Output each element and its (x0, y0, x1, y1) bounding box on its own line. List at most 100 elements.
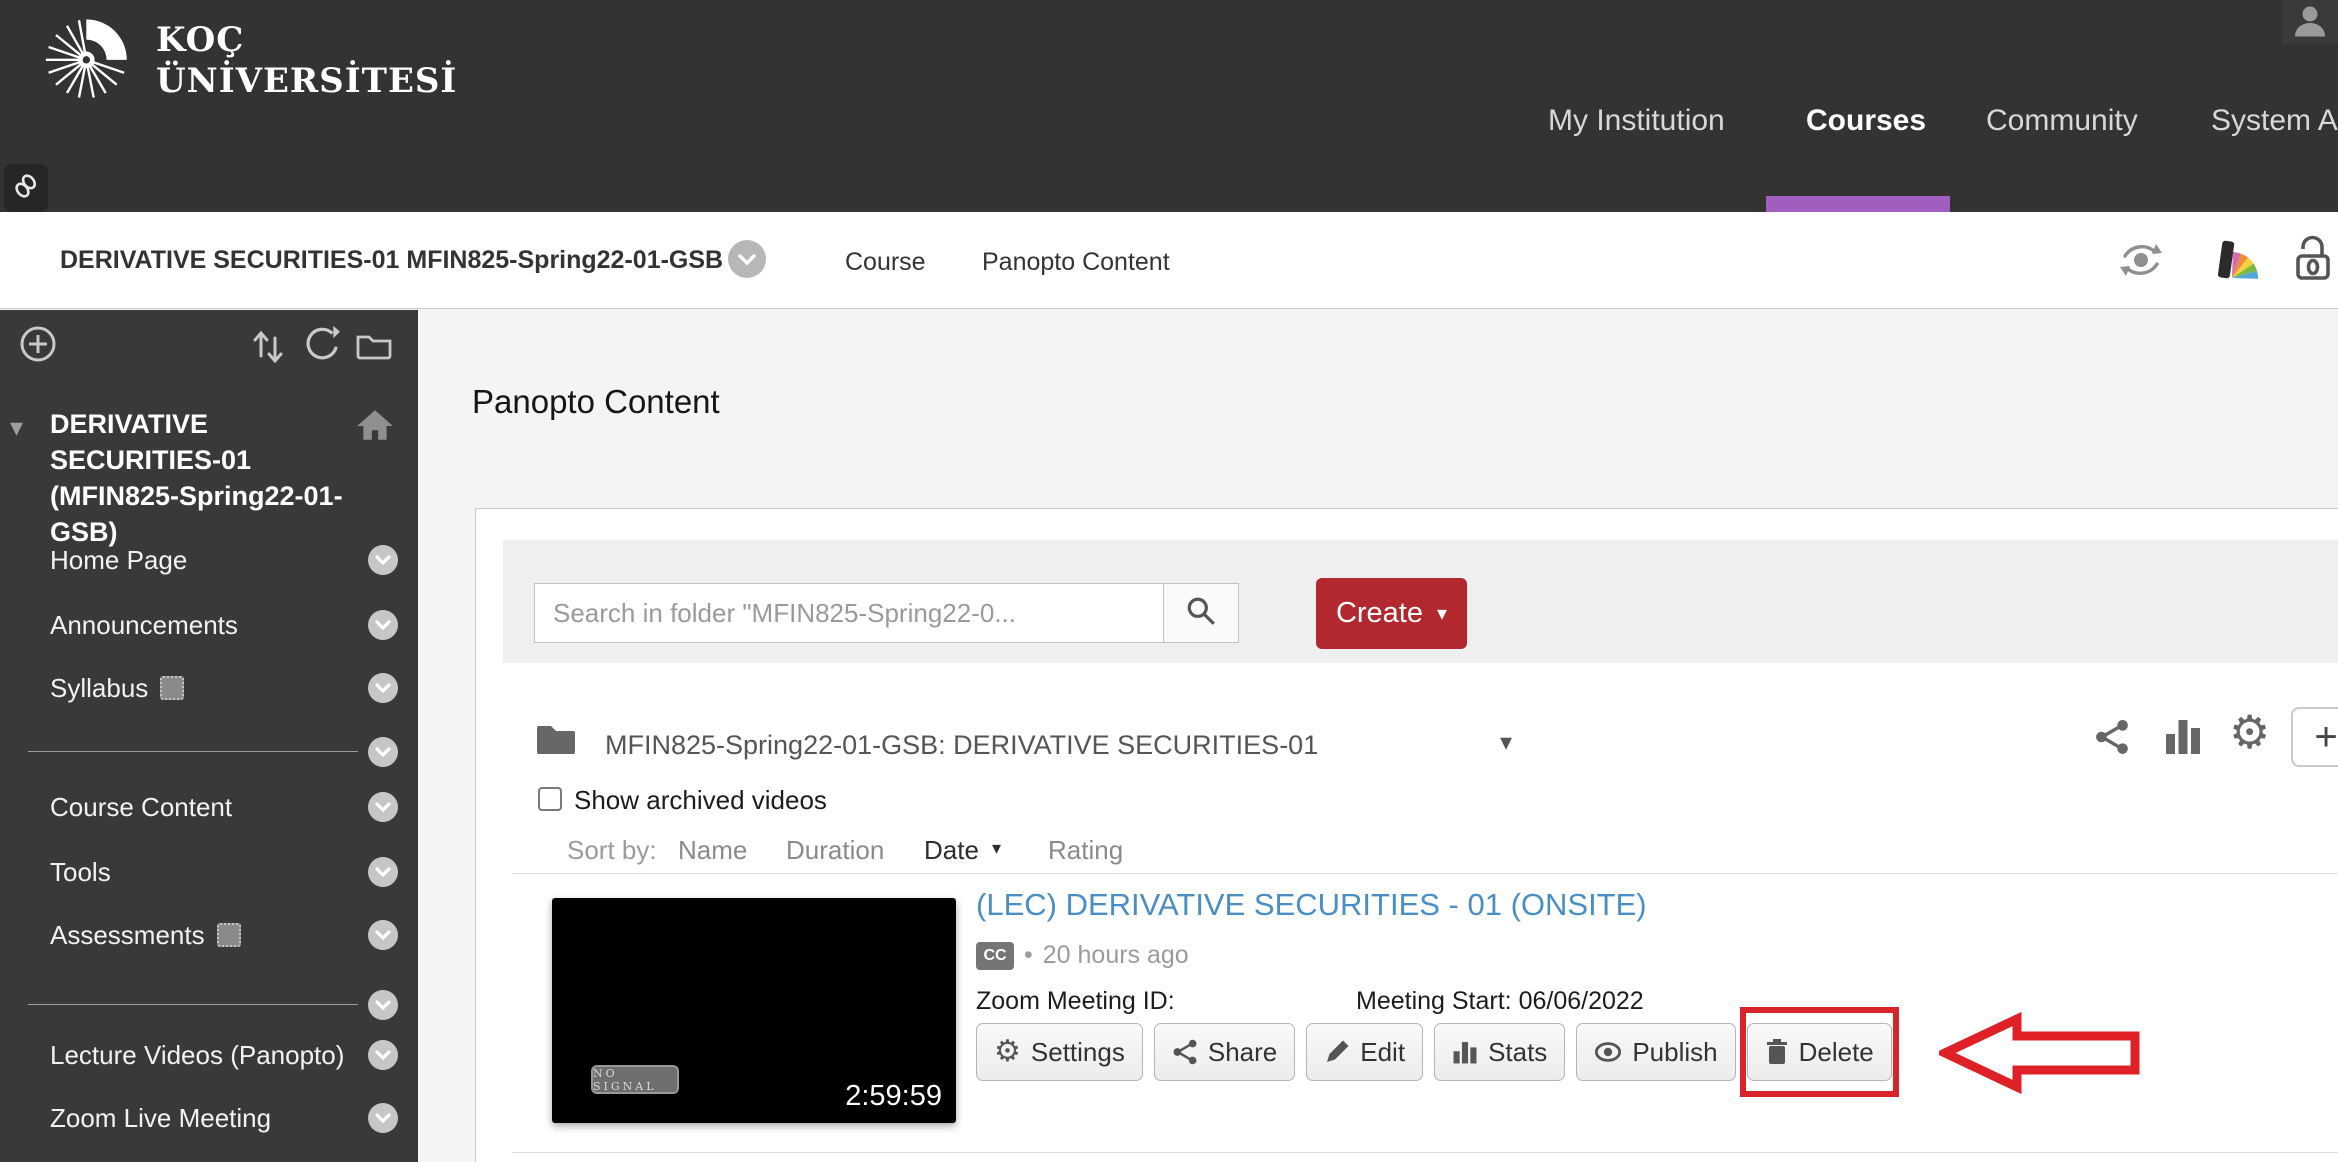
breadcrumb-link-course[interactable]: Course (845, 248, 926, 277)
sidebar-item-announcements[interactable]: Announcements (50, 608, 238, 642)
folder-view-icon[interactable] (356, 330, 392, 365)
breadcrumb-bar: DERIVATIVE SECURITIES-01 MFIN825-Spring2… (0, 212, 2338, 309)
add-menu-item-icon[interactable] (18, 324, 58, 369)
video-thumbnail[interactable]: NO SIGNAL 2:59:59 (552, 898, 956, 1123)
caret-down-icon: ▾ (1437, 601, 1447, 626)
gear-icon: ⚙ (994, 1037, 1021, 1067)
logo-line1: KOÇ (156, 20, 244, 60)
sidebar-course-name[interactable]: DERIVATIVE SECURITIES-01 (MFIN825-Spring… (50, 406, 362, 550)
theme-palette-icon[interactable] (2216, 238, 2260, 287)
tab-system-admin[interactable]: System Admin (2211, 100, 2338, 142)
nautilus-logo-icon (44, 12, 136, 109)
sidebar-item-syllabus[interactable]: Syllabus (50, 671, 184, 705)
blackboard-panopto-page: KOÇ ÜNİVERSİTESİ My Institution Courses … (0, 0, 2338, 1162)
row-bottom-divider (512, 1152, 2338, 1153)
university-logo[interactable]: KOÇ ÜNİVERSİTESİ (44, 12, 457, 109)
bullet-separator: • (1024, 941, 1033, 970)
chevron-down-icon[interactable] (368, 1103, 398, 1133)
tab-community[interactable]: Community (1986, 100, 2138, 142)
student-preview-icon[interactable] (2118, 240, 2164, 285)
course-menu-chevron[interactable] (728, 240, 766, 278)
sidebar-item-course-content[interactable]: Course Content (50, 790, 232, 824)
delete-button-wrap: Delete (1747, 1023, 1892, 1081)
search-input[interactable] (534, 583, 1164, 643)
share-button-label: Share (1208, 1037, 1277, 1068)
share-icon (1172, 1039, 1198, 1065)
sidebar-item-tools[interactable]: Tools (50, 855, 111, 889)
plus-icon: + (2314, 715, 2337, 760)
logo-line2: ÜNİVERSİTESİ (156, 61, 457, 101)
folder-settings-gear-icon[interactable]: ⚙ (2229, 709, 2270, 755)
zoom-meeting-id-label: Zoom Meeting ID: (976, 987, 1175, 1016)
sidebar-item-lecture-videos[interactable]: Lecture Videos (Panopto) (50, 1038, 344, 1072)
folder-dropdown-caret[interactable]: ▾ (1500, 728, 1512, 757)
chevron-down-icon[interactable] (368, 857, 398, 887)
stats-button-label: Stats (1488, 1037, 1547, 1068)
folder-stats-icon[interactable] (2164, 714, 2202, 761)
university-logo-text: KOÇ ÜNİVERSİTESİ (156, 20, 457, 102)
panopto-panel: Create ▾ MFIN825-Spring22-01-GSB: DERIVA… (475, 508, 2338, 1162)
add-session-button[interactable]: + (2291, 707, 2338, 767)
sort-date-caret-icon: ▾ (992, 838, 1001, 859)
create-button-label: Create (1336, 597, 1423, 630)
active-tab-indicator (1766, 196, 1950, 212)
no-signal-badge: NO SIGNAL (591, 1065, 679, 1094)
chevron-down-icon[interactable] (368, 610, 398, 640)
chevron-down-icon[interactable] (368, 920, 398, 950)
show-archived-label[interactable]: Show archived videos (574, 785, 827, 816)
show-archived-checkbox[interactable] (538, 787, 562, 811)
folder-title[interactable]: MFIN825-Spring22-01-GSB: DERIVATIVE SECU… (605, 730, 1318, 761)
sidebar-item-zoom-live-meeting[interactable]: Zoom Live Meeting (50, 1101, 271, 1135)
sidebar-item-assessments[interactable]: Assessments (50, 918, 241, 952)
sidebar-item-label: Syllabus (50, 671, 148, 705)
collapse-course-caret[interactable]: ▾ (10, 412, 23, 443)
video-meta-row: CC • 20 hours ago (976, 941, 1189, 970)
settings-button[interactable]: ⚙ Settings (976, 1023, 1143, 1081)
tab-courses[interactable]: Courses (1806, 100, 1926, 142)
stats-button[interactable]: Stats (1434, 1023, 1565, 1081)
reorder-arrows-icon[interactable] (252, 328, 284, 369)
sort-option-duration[interactable]: Duration (786, 835, 884, 866)
sidebar-item-label: Lecture Videos (Panopto) (50, 1038, 344, 1072)
share-button[interactable]: Share (1154, 1023, 1295, 1081)
home-icon[interactable] (356, 408, 394, 447)
course-sidebar: ▾ DERIVATIVE SECURITIES-01 (MFIN825-Spri… (0, 310, 418, 1162)
delete-button[interactable]: Delete (1747, 1023, 1892, 1081)
chevron-down-icon[interactable] (368, 673, 398, 703)
refresh-icon[interactable] (302, 324, 340, 367)
create-button[interactable]: Create ▾ (1316, 578, 1467, 649)
sort-option-rating[interactable]: Rating (1048, 835, 1123, 866)
hidden-from-students-icon (217, 923, 241, 947)
sidebar-item-label: Home Page (50, 543, 187, 577)
search-icon (1185, 595, 1217, 632)
chevron-down-icon[interactable] (368, 990, 398, 1020)
eye-icon (1594, 1041, 1622, 1063)
top-header: KOÇ ÜNİVERSİTESİ My Institution Courses … (0, 0, 2338, 212)
tab-my-institution[interactable]: My Institution (1548, 100, 1725, 142)
edit-mode-lock-icon[interactable] (2290, 234, 2336, 289)
sidebar-item-label: Announcements (50, 608, 238, 642)
publish-button-label: Publish (1632, 1037, 1717, 1068)
chevron-down-icon[interactable] (368, 792, 398, 822)
share-folder-icon[interactable] (2094, 719, 2130, 760)
search-button[interactable] (1163, 583, 1239, 643)
breadcrumb-course-title: DERIVATIVE SECURITIES-01 MFIN825-Spring2… (60, 246, 723, 275)
sort-option-date[interactable]: Date (924, 835, 979, 866)
user-menu[interactable] (2282, 0, 2338, 44)
chevron-down-icon[interactable] (368, 1040, 398, 1070)
pencil-icon (1324, 1039, 1350, 1065)
chevron-down-icon[interactable] (368, 737, 398, 767)
publish-button[interactable]: Publish (1576, 1023, 1735, 1081)
chevron-down-icon[interactable] (368, 545, 398, 575)
sidebar-item-label: Zoom Live Meeting (50, 1101, 271, 1135)
sidebar-item-home-page[interactable]: Home Page (50, 543, 187, 577)
sidebar-item-label: Assessments (50, 918, 205, 952)
bar-chart-icon (1452, 1039, 1478, 1065)
sort-option-name[interactable]: Name (678, 835, 747, 866)
link-tool-badge[interactable] (4, 164, 48, 212)
video-title-link[interactable]: (LEC) DERIVATIVE SECURITIES - 01 (ONSITE… (976, 887, 1647, 923)
breadcrumb-link-panopto[interactable]: Panopto Content (982, 248, 1170, 277)
sidebar-divider (28, 751, 358, 752)
edit-button[interactable]: Edit (1306, 1023, 1423, 1081)
hidden-from-students-icon (160, 676, 184, 700)
